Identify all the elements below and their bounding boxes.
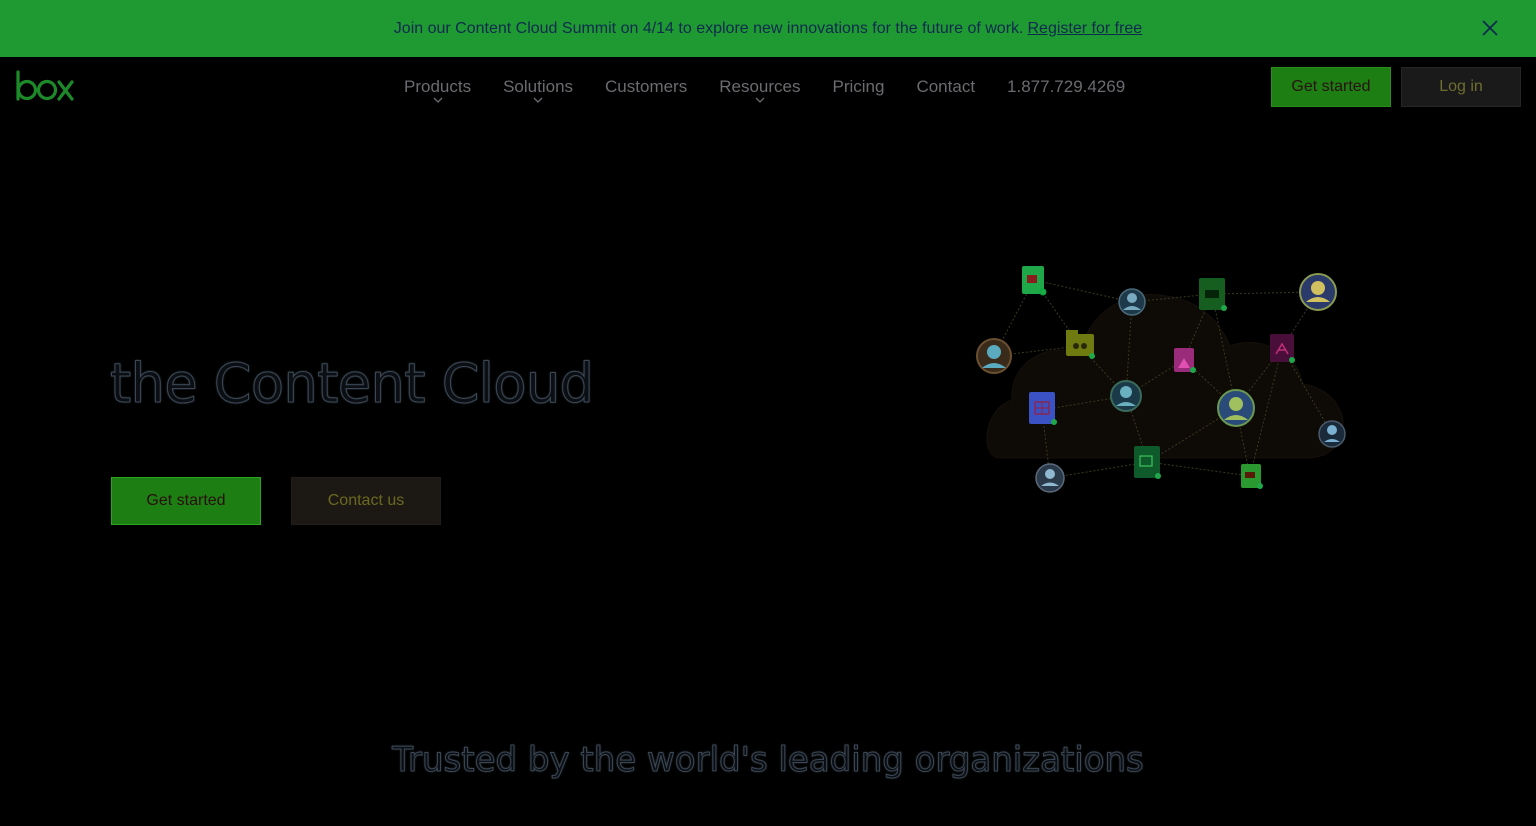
word-doc-icon: [1022, 266, 1047, 296]
login-button[interactable]: Log in: [1401, 67, 1521, 107]
chevron-down-icon: [755, 97, 765, 103]
shared-folder-icon: [1066, 330, 1095, 359]
image-doc-icon: [1174, 348, 1196, 373]
nav-products[interactable]: Products: [388, 57, 487, 117]
hero-contact-button[interactable]: Contact us: [291, 477, 441, 525]
main-nav: Products Solutions Customers Resources P…: [388, 57, 1141, 117]
nav-solutions[interactable]: Solutions: [487, 57, 589, 117]
content-cloud-illustration: [976, 266, 1346, 493]
nav-phone-number[interactable]: 1.877.729.4269: [991, 57, 1141, 117]
cloud-shape: [986, 294, 1344, 459]
close-icon[interactable]: [1480, 18, 1500, 38]
hero-get-started-button[interactable]: Get started: [111, 477, 261, 525]
chevron-down-icon: [433, 97, 443, 103]
avatar-icon: [1110, 380, 1142, 412]
nav-customers-label: Customers: [605, 77, 688, 96]
nav-resources[interactable]: Resources: [703, 57, 816, 117]
trusted-heading: Trusted by the world's leading organizat…: [392, 740, 1145, 781]
avatar-icon: [1035, 463, 1065, 493]
nav-customers[interactable]: Customers: [589, 57, 703, 117]
nav-pricing[interactable]: Pricing: [816, 57, 900, 117]
phone-number-label: 1.877.729.4269: [1007, 77, 1126, 96]
nav-contact[interactable]: Contact: [900, 57, 991, 117]
slides-doc-icon: [1199, 278, 1227, 311]
avatar-icon: [976, 338, 1012, 374]
register-link[interactable]: Register for free: [1027, 20, 1142, 38]
chevron-down-icon: [533, 97, 543, 103]
avatar-icon: [1217, 389, 1255, 427]
nav-contact-label: Contact: [916, 77, 976, 96]
nav-solutions-label: Solutions: [503, 77, 574, 96]
hero-title: the Content Cloud: [109, 352, 594, 416]
nav-products-label: Products: [404, 77, 472, 96]
green-doc-icon: [1241, 464, 1263, 489]
avatar-icon: [1318, 420, 1346, 448]
nav-pricing-label: Pricing: [832, 77, 885, 96]
header-get-started-button[interactable]: Get started: [1271, 67, 1391, 107]
project-doc-icon: [1134, 446, 1161, 479]
box-logo-icon[interactable]: [14, 69, 76, 103]
avatar-icon: [1299, 273, 1337, 311]
banner-message: Join our Content Cloud Summit on 4/14 to…: [393, 19, 1024, 37]
pdf-doc-icon: [1270, 334, 1295, 363]
spreadsheet-doc-icon: [1029, 392, 1057, 425]
avatar-icon: [1118, 288, 1146, 316]
nav-resources-label: Resources: [719, 77, 801, 96]
announcement-banner: Join our Content Cloud Summit on 4/14 to…: [0, 0, 1536, 57]
site-header: Products Solutions Customers Resources P…: [0, 57, 1536, 117]
